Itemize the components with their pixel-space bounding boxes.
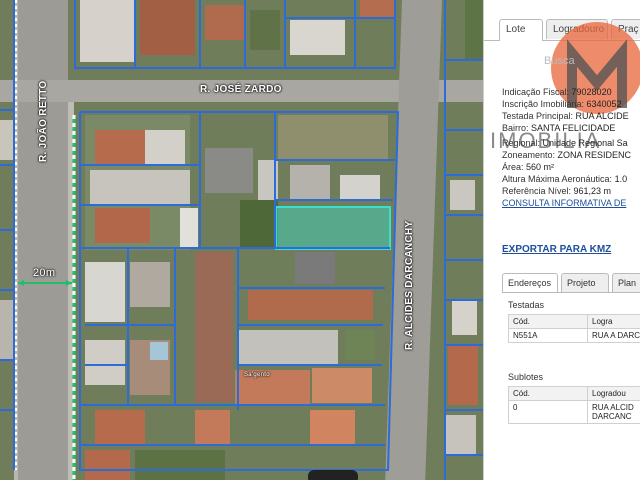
road-joao-retto	[18, 0, 68, 480]
info-row: Altura Máxima Aeronáutica: 1.0	[502, 174, 628, 184]
info-row: Bairro: SANTA FELICIDADE	[502, 123, 616, 133]
consulta-informativa-link[interactable]: CONSULTA INFORMATIVA DE	[502, 197, 631, 209]
table-row: N551A RUA A DARC	[508, 328, 640, 343]
table-cell: N551A	[508, 328, 588, 343]
measure-label: 20m	[33, 267, 56, 279]
info-row: Testada Principal: RUA ALCIDE	[502, 111, 629, 121]
tab-plan[interactable]: Plan	[612, 273, 640, 292]
export-kmz-link[interactable]: EXPORTAR PARA KMZ	[502, 244, 611, 255]
info-row: Regional: Unidade Regional Sa	[502, 138, 628, 148]
parcel-info: Indicação Fiscal: 79028020 Inscrição Imo…	[502, 86, 631, 209]
table-cell: RUA A DARC	[587, 328, 640, 343]
table-header: Cód.	[508, 386, 588, 401]
info-row: Área: 560 m²	[502, 162, 555, 172]
map-tooltip	[308, 470, 358, 480]
info-panel: Lote Logradouro Praç Busca IMOBILIA Indi…	[483, 0, 640, 480]
table-cell: 0	[508, 400, 588, 424]
table-header: Logradou	[587, 386, 640, 401]
map-view[interactable]: R. JOSÉ ZARDO R. JOÃO RETTO R. ALCIDES D…	[0, 0, 483, 480]
street-label-alcides-darcanchy: R. ALCIDES DARCANCHY	[404, 220, 415, 350]
selected-parcel	[275, 206, 391, 250]
info-row: Indicação Fiscal: 79028020	[502, 87, 612, 97]
table-header: Logra	[587, 314, 640, 329]
tab-projeto[interactable]: Projeto	[561, 273, 609, 292]
street-label-jose-zardo: R. JOSÉ ZARDO	[200, 84, 282, 95]
info-row: Zoneamento: ZONA RESIDENC	[502, 150, 632, 160]
building-label: Sa'gento	[244, 372, 270, 378]
testadas-table: Cód. Logra N551A RUA A DARC	[508, 314, 640, 343]
tab-lote[interactable]: Lote	[499, 19, 543, 41]
watermark-search: Busca	[544, 55, 575, 67]
sublotes-table: Cód. Logradou 0 RUA ALCID DARCANC	[508, 386, 640, 424]
info-row: Inscrição Imobiliária: 6340052	[502, 99, 622, 109]
testadas-title: Testadas	[508, 300, 545, 310]
table-header: Cód.	[508, 314, 588, 329]
sublotes-title: Sublotes	[508, 372, 544, 382]
table-row: 0 RUA ALCID DARCANC	[508, 400, 640, 424]
tab-enderecos[interactable]: Endereços	[502, 273, 558, 292]
info-row: Referência Nível: 961,23 m	[502, 186, 612, 196]
table-cell: RUA ALCID DARCANC	[587, 400, 640, 424]
street-label-joao-retto: R. JOÃO RETTO	[38, 80, 49, 162]
detail-tabs: Endereços Projeto Plan	[502, 272, 640, 293]
